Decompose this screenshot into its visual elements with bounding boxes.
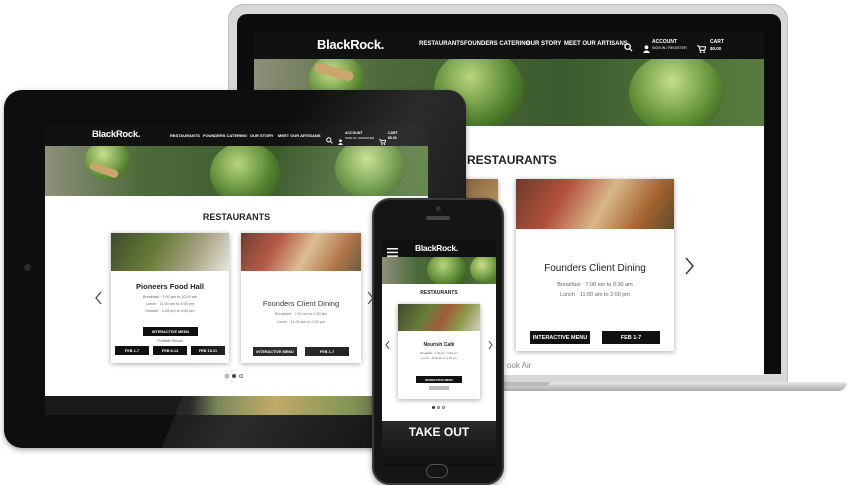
card-title[interactable]: Founders Client Dining	[241, 299, 361, 308]
card-photo	[516, 179, 674, 229]
date-button-feb-1-7[interactable]: FEB 1-7	[602, 331, 660, 344]
laptop-navbar: BlackRock. RESTAURANTS FOUNDERS CATERING…	[254, 31, 764, 59]
phone-logo[interactable]: BlackRock.	[415, 243, 458, 253]
laptop-restaurant-card[interactable]: Founders Client Dining Breakfast · 7:00 …	[516, 179, 674, 351]
date-button-feb-8-14[interactable]: FEB 8-14	[153, 346, 187, 355]
hero-sprout	[629, 59, 724, 126]
card-meal-dessert: Dessert · 1:00 pm to 4:00 pm	[145, 309, 195, 313]
take-out-banner[interactable]: TAKE OUT	[382, 421, 496, 466]
card-meal-lunch: Lunch · 11:00 am to 2:00 pm	[560, 292, 630, 298]
card-title[interactable]: Nourish Café	[398, 342, 480, 348]
phone-screen: BlackRock. RESTAURANTS Nourish Café Brea…	[382, 240, 496, 466]
laptop-nav-restaurants[interactable]: RESTAURANTS	[419, 41, 464, 47]
date-button-feb-15-21[interactable]: FEB 15-21	[191, 346, 225, 355]
laptop-cart-icon[interactable]	[697, 40, 707, 58]
printable-menu-link[interactable]	[429, 386, 449, 390]
carousel-dots	[225, 374, 243, 378]
card-meal-breakfast: Breakfast · 7:00 am to 10:30 am	[142, 295, 198, 299]
laptop-logo[interactable]: BlackRock.	[317, 37, 384, 52]
laptop-cart-label[interactable]: CART	[710, 39, 724, 45]
carousel-dot[interactable]	[239, 374, 243, 378]
tablet-footer-strip	[45, 396, 428, 415]
hero-sprout	[210, 146, 280, 196]
card-meal-breakfast: Breakfast · 7:00 am to 9:30 am	[274, 312, 328, 316]
printable-menus-label: Printable Menus	[157, 339, 183, 343]
phone-device: BlackRock. RESTAURANTS Nourish Café Brea…	[372, 198, 504, 485]
tablet-nav-restaurants[interactable]: RESTAURANTS	[170, 133, 200, 138]
tablet-restaurant-card-founders[interactable]: Founders Client Dining Breakfast · 7:00 …	[241, 233, 361, 363]
tablet-restaurant-card-pioneers[interactable]: Pioneers Food Hall Breakfast · 7:00 am t…	[111, 233, 229, 363]
date-button-feb-1-7[interactable]: FEB 1-7	[305, 347, 349, 356]
phone-hero-image	[382, 257, 496, 284]
hero-sprout	[335, 146, 405, 196]
phone-navbar: BlackRock.	[382, 240, 496, 257]
card-meal-lunch: Lunch · 11:00 am to 3:00 pm	[145, 302, 195, 306]
tablet-section-title: RESTAURANTS	[202, 212, 271, 222]
hero-sprout	[470, 257, 496, 283]
carousel-dot[interactable]	[442, 406, 445, 409]
laptop-section-title: RESTAURANTS	[467, 153, 557, 167]
tablet-account-label[interactable]: ACCOUNT	[345, 131, 363, 135]
interactive-menu-button[interactable]: INTERACTIVE MENU	[416, 376, 462, 383]
date-button-feb-1-7[interactable]: FEB 1-7	[115, 346, 149, 355]
interactive-menu-button[interactable]: INTERACTIVE MENU	[530, 331, 590, 344]
laptop-nav-founders-catering[interactable]: FOUNDERS CATERING	[464, 41, 530, 47]
take-out-label: TAKE OUT	[408, 425, 470, 439]
hero-sprout	[427, 257, 467, 284]
carousel-dot-active[interactable]	[232, 374, 236, 378]
card-meal-breakfast: Breakfast · 7:00 am to 9:30 am	[557, 282, 633, 288]
card-meal-lunch: Lunch · 11:00 am to 2:00 pm	[421, 356, 457, 360]
interactive-menu-button[interactable]: INTERACTIVE MENU	[143, 327, 198, 336]
chevron-right-icon[interactable]	[488, 337, 493, 355]
tablet-cart-label[interactable]: CART	[388, 131, 398, 135]
card-photo	[241, 233, 361, 271]
laptop-model-label: ook Air	[507, 361, 532, 370]
tablet-nav-our-story[interactable]: OUR STORY	[250, 133, 274, 138]
phone-speaker	[426, 216, 450, 220]
laptop-signin-link[interactable]: SIGN IN / REGISTER	[652, 46, 687, 50]
tablet-nav-meet-artisans[interactable]: MEET OUR ARTISANS	[278, 133, 321, 138]
laptop-nav-our-story[interactable]: OUR STORY	[526, 41, 561, 47]
carousel-dot[interactable]	[225, 374, 229, 378]
card-title[interactable]: Founders Client Dining	[516, 263, 674, 274]
tablet-camera	[24, 264, 31, 271]
tablet-hero-image	[45, 146, 428, 196]
chevron-left-icon[interactable]	[385, 337, 390, 355]
carousel-dot[interactable]	[437, 406, 440, 409]
card-meal-breakfast: Breakfast · 7:00 am - 9:00 am	[420, 351, 458, 355]
phone-section-title: RESTAURANTS	[420, 290, 458, 296]
card-meal-lunch: Lunch · 11:00 am to 2:00 pm	[276, 320, 326, 324]
chevron-right-icon[interactable]	[684, 257, 694, 280]
laptop-account-label[interactable]: ACCOUNT	[652, 39, 677, 45]
phone-home-button[interactable]	[426, 464, 448, 478]
tablet-nav-founders-catering[interactable]: FOUNDERS CATERING	[203, 133, 247, 138]
laptop-cart-total: $0.00	[710, 46, 722, 51]
card-title[interactable]: Pioneers Food Hall	[111, 282, 229, 291]
laptop-account-icon[interactable]	[643, 40, 650, 58]
phone-restaurant-card[interactable]: Nourish Café Breakfast · 7:00 am - 9:00 …	[398, 304, 480, 399]
chevron-left-icon[interactable]	[95, 291, 102, 310]
carousel-dot-active[interactable]	[432, 406, 435, 409]
phone-camera	[436, 206, 441, 211]
card-photo	[111, 233, 229, 271]
laptop-search-icon[interactable]	[624, 39, 633, 57]
tablet-navbar: BlackRock. RESTAURANTS FOUNDERS CATERING…	[45, 125, 428, 146]
card-photo	[398, 304, 480, 331]
tablet-logo[interactable]: BlackRock.	[92, 129, 141, 140]
laptop-nav-meet-artisans[interactable]: MEET OUR ARTISANS	[564, 41, 628, 47]
tablet-cart-total: $0.00	[388, 136, 397, 140]
tablet-signin-link[interactable]: SIGN IN / REGISTER	[345, 136, 374, 140]
tablet-screen: BlackRock. RESTAURANTS FOUNDERS CATERING…	[45, 125, 428, 415]
interactive-menu-button[interactable]: INTERACTIVE MENU	[253, 347, 297, 356]
carousel-dots	[432, 406, 445, 409]
